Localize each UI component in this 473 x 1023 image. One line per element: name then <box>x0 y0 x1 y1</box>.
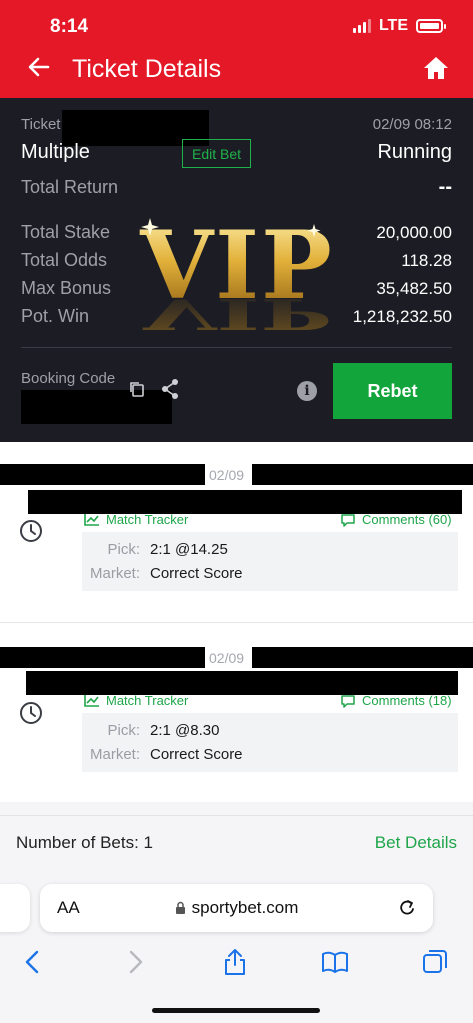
stake-label: Total Stake <box>21 222 111 242</box>
copy-icon[interactable] <box>128 380 146 398</box>
match-tracker-link[interactable]: Match Tracker <box>84 512 188 527</box>
bet-type: Multiple <box>21 141 90 163</box>
tabs-icon[interactable] <box>420 947 450 977</box>
pot-win-value: 1,218,232.50 <box>352 306 452 326</box>
reload-icon[interactable] <box>397 897 417 919</box>
comment-icon <box>341 694 355 708</box>
booking-code-label: Booking Code <box>21 370 116 387</box>
total-return-value: -- <box>438 176 452 198</box>
pick-box: Pick: 2:1 @14.25 Market: Correct Score <box>82 532 458 591</box>
market-label: Market: <box>89 746 140 763</box>
status-time: 8:14 <box>50 16 89 37</box>
rebet-button[interactable]: Rebet <box>333 363 452 419</box>
bet-date: 02/09 <box>209 467 245 483</box>
ticket-status: Running <box>377 141 452 163</box>
comments-label: Comments (18) <box>362 693 452 708</box>
pick-label: Pick: <box>107 722 140 739</box>
market-value: Correct Score <box>150 746 243 763</box>
clock-icon <box>20 702 42 724</box>
number-of-bets: Number of Bets: 1 <box>16 833 154 852</box>
share-icon[interactable] <box>160 378 180 400</box>
back-arrow-icon[interactable] <box>24 52 54 82</box>
ticket-datetime: 02/09 08:12 <box>372 116 452 133</box>
chevron-right-icon[interactable] <box>120 947 150 977</box>
comments-link[interactable]: Comments (18) <box>340 693 452 708</box>
odds-value: 118.28 <box>401 250 452 270</box>
pick-box: Pick: 2:1 @8.30 Market: Correct Score <box>82 713 458 772</box>
bet-card: 02/09 Match Tracker Comments (18) Pick: … <box>0 622 473 802</box>
max-bonus-value: 35,482.50 <box>376 278 452 298</box>
comments-link[interactable]: Comments (60) <box>340 512 452 527</box>
bet-details-link[interactable]: Bet Details <box>375 833 457 853</box>
max-bonus-label: Max Bonus <box>21 278 112 298</box>
home-icon[interactable] <box>421 53 451 83</box>
page-title: Ticket Details <box>72 55 222 83</box>
market-label: Market: <box>89 565 140 582</box>
chart-icon <box>84 514 99 526</box>
lock-icon <box>175 901 185 914</box>
divider <box>21 347 452 348</box>
signal-icon <box>352 19 371 33</box>
previous-tab-preview[interactable] <box>0 884 30 932</box>
chevron-left-icon[interactable] <box>18 947 48 977</box>
market-value: Correct Score <box>150 565 243 582</box>
bet-date: 02/09 <box>209 650 245 666</box>
info-icon[interactable]: i <box>297 381 317 401</box>
status-indicators: LTE <box>352 17 446 35</box>
edit-bet-button[interactable]: Edit Bet <box>182 139 251 168</box>
pick-label: Pick: <box>107 541 140 558</box>
browser-toolbar: AA sportybet.com <box>0 867 473 1023</box>
address-bar[interactable]: AA sportybet.com <box>40 884 433 932</box>
pick-value: 2:1 @14.25 <box>150 541 228 558</box>
separator-redacted-right <box>252 464 473 485</box>
ticket-summary-panel: Ticket 02/09 08:12 Multiple Running Edit… <box>0 98 473 442</box>
booking-code-redacted <box>21 390 172 424</box>
home-indicator <box>152 1008 320 1013</box>
pick-value: 2:1 @8.30 <box>150 722 220 739</box>
match-tracker-label: Match Tracker <box>106 512 189 527</box>
chart-icon <box>84 695 99 707</box>
comments-label: Comments (60) <box>362 512 452 527</box>
match-name-redacted <box>26 671 458 695</box>
battery-icon <box>416 19 446 33</box>
bet-card: 02/09 Match Tracker Comments (60) Pick: … <box>0 442 473 622</box>
match-name-redacted <box>28 490 462 514</box>
book-icon[interactable] <box>320 947 350 977</box>
ticket-label: Ticket <box>21 116 61 133</box>
total-return-label: Total Return <box>21 177 119 197</box>
match-tracker-link[interactable]: Match Tracker <box>84 693 188 708</box>
match-tracker-label: Match Tracker <box>106 693 189 708</box>
stake-value: 20,000.00 <box>376 222 452 242</box>
network-label: LTE <box>378 17 408 34</box>
odds-label: Total Odds <box>21 250 108 270</box>
clock-icon <box>20 520 42 542</box>
app-header: 8:14 LTE Ticket Details <box>0 0 473 98</box>
url-display[interactable]: sportybet.com <box>40 898 433 918</box>
comment-icon <box>341 513 355 527</box>
url-text: sportybet.com <box>191 898 299 917</box>
share-up-icon[interactable] <box>220 947 250 977</box>
bets-footer: Number of Bets: 1 Bet Details <box>0 815 473 867</box>
pot-win-label: Pot. Win <box>21 306 90 326</box>
separator-redacted-right <box>252 647 473 668</box>
